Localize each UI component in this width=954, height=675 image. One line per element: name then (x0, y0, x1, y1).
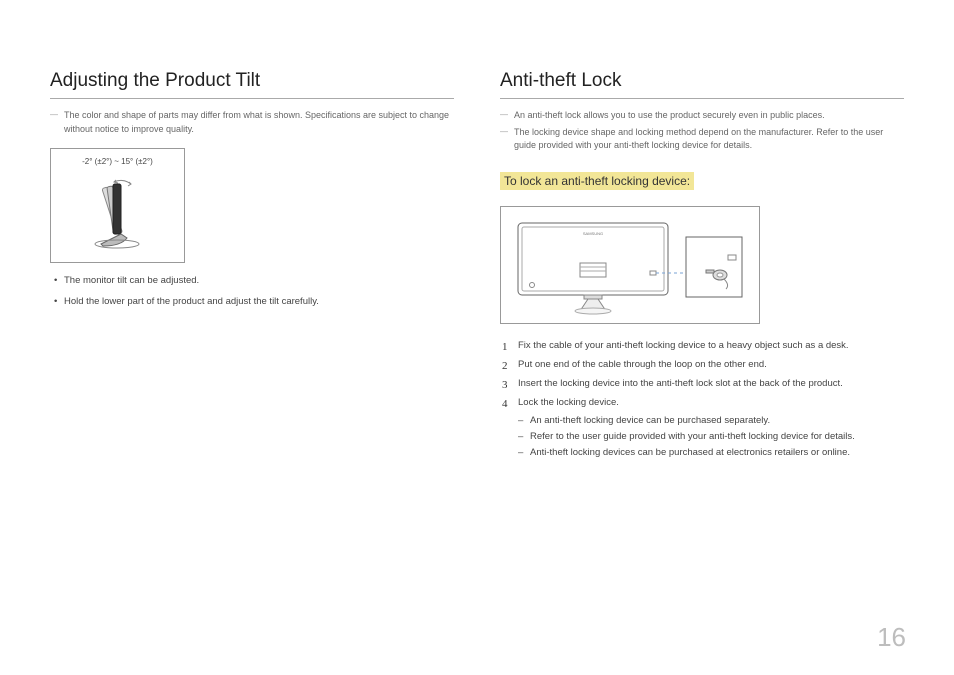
substep-item: Anti-theft locking devices can be purcha… (518, 445, 904, 461)
lock-substeps: An anti-theft locking device can be purc… (518, 413, 904, 461)
step-item: Fix the cable of your anti-theft locking… (500, 338, 904, 354)
lock-figure: SAMSUNG (500, 206, 760, 324)
right-column: Anti-theft Lock An anti-theft lock allow… (500, 70, 904, 464)
lock-note: An anti-theft lock allows you to use the… (500, 109, 904, 123)
tilt-caption: -2° (±2°) ~ 15° (±2°) (82, 157, 153, 166)
step-item: Lock the locking device. An anti-theft l… (500, 395, 904, 462)
tilt-bullets: The monitor tilt can be adjusted. Hold t… (50, 273, 454, 309)
tilt-figure: -2° (±2°) ~ 15° (±2°) (50, 148, 185, 263)
substep-item: Refer to the user guide provided with yo… (518, 429, 904, 445)
step-item: Put one end of the cable through the loo… (500, 357, 904, 373)
brand-label: SAMSUNG (583, 231, 603, 236)
heading-tilt: Adjusting the Product Tilt (50, 70, 454, 99)
substep-item: An anti-theft locking device can be purc… (518, 413, 904, 429)
monitor-lock-icon: SAMSUNG (510, 213, 750, 317)
page-number: 16 (877, 622, 906, 653)
step-item: Insert the locking device into the anti-… (500, 376, 904, 392)
heading-lock: Anti-theft Lock (500, 70, 904, 99)
lock-steps: Fix the cable of your anti-theft locking… (500, 338, 904, 462)
monitor-tilt-icon (73, 172, 163, 254)
bullet-item: The monitor tilt can be adjusted. (50, 273, 454, 288)
tilt-note: The color and shape of parts may differ … (50, 109, 454, 136)
left-column: Adjusting the Product Tilt The color and… (50, 70, 454, 464)
lock-subheading: To lock an anti-theft locking device: (500, 172, 694, 190)
lock-note: The locking device shape and locking met… (500, 126, 904, 153)
bullet-item: Hold the lower part of the product and a… (50, 294, 454, 309)
page-columns: Adjusting the Product Tilt The color and… (50, 70, 904, 464)
